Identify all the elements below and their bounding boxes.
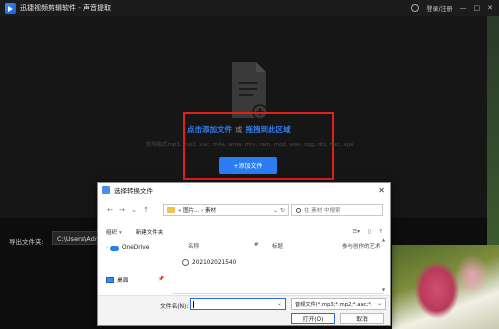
minimize-button[interactable]: — — [460, 4, 467, 12]
login-register-link[interactable]: 登录/注册 — [426, 4, 452, 13]
file-list-header: 名称 # 标题 参与创作的艺术 — [178, 241, 388, 253]
sidebar-item-label: 桌面 — [117, 278, 129, 284]
horizontal-scrollbar[interactable] — [172, 293, 384, 294]
add-file-button[interactable]: +添加文件 — [219, 157, 277, 174]
dialog-toolbar: 组织 ▾ 新建文件夹 ☰▾ ▯ ? — [98, 226, 390, 238]
open-file-dialog: 选择转换文件 ✕ ← → ⌄ ↑ « 图片... › 素材 ⌄ ↻ 在 素材 中… — [97, 182, 391, 326]
dialog-close-icon[interactable]: ✕ — [378, 186, 385, 195]
dialog-sidebar: › OneDrive 桌面 — [98, 241, 170, 291]
open-button[interactable]: 打开(O) — [291, 313, 335, 324]
column-artist[interactable]: 参与创作的艺术 — [342, 242, 381, 250]
hint-or-text: 或 — [235, 125, 243, 134]
folder-icon — [167, 207, 175, 213]
forward-arrow-icon[interactable]: → — [116, 206, 128, 214]
organize-menu[interactable]: 组织 ▾ — [106, 228, 122, 236]
filename-input[interactable]: ⌄ — [190, 298, 286, 310]
sidebar-item-desktop[interactable]: 桌面 — [106, 275, 129, 284]
desktop-icon — [106, 276, 114, 283]
add-file-link[interactable]: 点击添加文件 — [187, 125, 232, 134]
expand-chevron-icon[interactable]: › — [106, 245, 108, 251]
scroll-up-icon[interactable]: ▲ — [382, 237, 385, 242]
address-path: « 图片... › 素材 — [178, 208, 217, 214]
view-options-icon[interactable]: ☰▾ — [352, 229, 360, 235]
supported-formats-text: 支持格式mp3, mp2, aac, m4a, wma, mtv, ram, m… — [145, 142, 354, 148]
column-title[interactable]: 标题 — [272, 242, 283, 250]
filetype-value: 音频文件(*.mp3;*.mp2;*.aac;*. — [295, 302, 373, 308]
filetype-dropdown-icon[interactable]: ⌄ — [377, 300, 382, 307]
sidebar-item-onedrive[interactable]: › OneDrive — [106, 245, 149, 251]
audio-file-icon — [182, 259, 189, 266]
search-icon — [296, 207, 301, 213]
dialog-title: 选择转换文件 — [114, 187, 153, 195]
add-file-icon[interactable] — [230, 60, 270, 120]
app-title: 迅捷视频剪辑软件 - 声音提取 — [20, 4, 111, 12]
drop-hint: 点击添加文件或拖拽到此区域 — [187, 124, 291, 135]
dialog-footer: 文件名(N): ⌄ 音频文件(*.mp3;*.mp2;*.aac;*. ⌄ 打开… — [98, 295, 390, 325]
recent-chevron-icon[interactable]: ⌄ — [128, 206, 140, 214]
file-list-item[interactable]: 202102021540 — [182, 259, 236, 266]
export-folder-label: 导出文件夹: — [9, 238, 44, 246]
dialog-app-icon — [102, 186, 110, 194]
column-name[interactable]: 名称 — [188, 242, 199, 250]
title-bar: 迅捷视频剪辑软件 - 声音提取 登录/注册 — □ ✕ — [0, 0, 499, 16]
filetype-select[interactable]: 音频文件(*.mp3;*.mp2;*.aac;*. ⌄ — [291, 298, 386, 310]
text-caret — [193, 301, 194, 308]
vertical-scrollbar[interactable]: ▲ ▼ — [382, 237, 388, 293]
scroll-down-icon[interactable]: ▼ — [382, 287, 385, 292]
preview-pane-icon[interactable]: ▯ — [368, 229, 371, 235]
drag-hint-text: 拖拽到此区域 — [245, 125, 291, 134]
app-logo-icon — [5, 2, 16, 14]
background-flower-photo — [392, 245, 499, 329]
new-folder-button[interactable]: 新建文件夹 — [136, 228, 164, 236]
maximize-button[interactable]: □ — [474, 4, 481, 12]
address-bar[interactable]: « 图片... › 素材 ⌄ ↻ — [163, 204, 289, 216]
address-dropdown-icon[interactable]: ⌄ ↻ — [273, 207, 288, 214]
search-placeholder: 在 素材 中搜索 — [304, 208, 341, 214]
filename-label: 文件名(N): — [160, 304, 189, 310]
help-icon[interactable]: ? — [379, 229, 382, 235]
file-name: 202102021540 — [192, 259, 237, 266]
pin-icon[interactable]: 📌 — [158, 276, 164, 282]
background-edge — [487, 16, 499, 245]
sidebar-item-label: OneDrive — [122, 245, 150, 251]
title-bar-controls: 登录/注册 — □ ✕ — [411, 4, 499, 13]
user-avatar-icon[interactable] — [411, 4, 420, 12]
cancel-button[interactable]: 取消 — [340, 313, 384, 324]
back-arrow-icon[interactable]: ← — [104, 206, 116, 214]
column-number[interactable]: # — [254, 242, 259, 248]
onedrive-cloud-icon — [110, 245, 119, 251]
dialog-title-bar: 选择转换文件 ✕ — [98, 183, 390, 197]
dialog-nav-bar: ← → ⌄ ↑ « 图片... › 素材 ⌄ ↻ 在 素材 中搜索 — [98, 202, 390, 218]
filename-dropdown-icon[interactable]: ⌄ — [277, 300, 282, 307]
up-arrow-icon[interactable]: ↑ — [140, 206, 152, 214]
dialog-search-field[interactable]: 在 素材 中搜索 — [291, 204, 383, 216]
close-button[interactable]: ✕ — [487, 4, 493, 12]
